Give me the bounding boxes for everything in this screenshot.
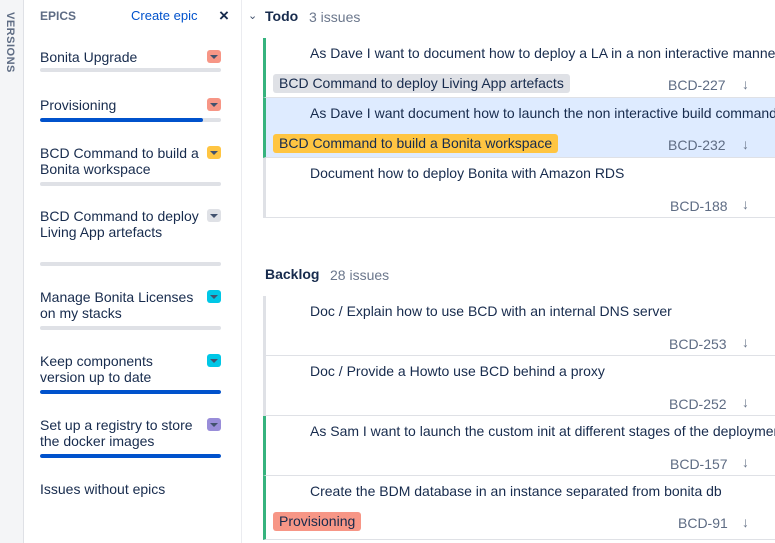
epic-item[interactable]: BCD Command to deploy Living App artefac… (40, 208, 221, 266)
epic-dropdown-icon[interactable] (207, 354, 221, 367)
issue-key: BCD-157 (670, 456, 728, 472)
epic-progress-bar (40, 182, 221, 186)
issue-card[interactable]: Doc / Explain how to use BCD with an int… (263, 296, 775, 356)
versions-panel-toggle[interactable]: VERSIONS (0, 0, 24, 543)
issue-card[interactable]: Document how to deploy Bonita with Amazo… (263, 158, 775, 218)
epic-item[interactable]: Set up a registry to store the docker im… (40, 417, 221, 458)
todo-section-header[interactable]: ⌄ Todo 3 issues (242, 8, 775, 28)
issue-key: BCD-227 (668, 77, 726, 93)
issue-count: 3 issues (309, 9, 361, 25)
arrow-down-icon[interactable]: ↓ (742, 334, 749, 350)
epic-dropdown-icon[interactable] (207, 290, 221, 303)
issue-card[interactable]: Doc / Provide a Howto use BCD behind a p… (263, 356, 775, 416)
issue-card[interactable]: As Dave I want to document how to deploy… (263, 38, 775, 98)
story-icon (287, 107, 301, 121)
epic-dropdown-icon[interactable] (207, 146, 221, 159)
epic-progress-bar (40, 262, 221, 266)
versions-label: VERSIONS (4, 12, 16, 73)
epic-label: BCD Command to build a Bonita workspace (273, 134, 559, 153)
story-icon (287, 425, 301, 439)
epic-name: Manage Bonita Licenses on my stacks (40, 289, 194, 321)
epic-item[interactable]: BCD Command to build a Bonita workspace (40, 145, 221, 186)
epic-dropdown-icon[interactable] (207, 418, 221, 431)
epic-progress-bar (40, 68, 221, 72)
epics-header: EPICS Create epic × (40, 6, 234, 26)
epic-progress-fill (40, 390, 221, 394)
epics-panel: EPICS Create epic × Bonita Upgrade Provi… (24, 0, 242, 543)
epic-label: Provisioning (273, 512, 362, 531)
section-title: Backlog (265, 266, 320, 282)
epic-item[interactable]: Provisioning (40, 97, 221, 122)
issue-card[interactable]: As Sam I want to launch the custom init … (263, 416, 775, 476)
epic-progress-bar (40, 118, 221, 122)
epic-progress-bar (40, 390, 221, 394)
epic-dropdown-icon[interactable] (207, 98, 221, 111)
arrow-down-icon[interactable]: ↓ (742, 76, 749, 92)
epic-name: Bonita Upgrade (40, 49, 138, 65)
issue-card[interactable]: Create the BDM database in an instance s… (263, 476, 775, 540)
epic-item[interactable]: Manage Bonita Licenses on my stacks (40, 289, 221, 330)
issue-summary: Doc / Explain how to use BCD with an int… (310, 303, 672, 319)
arrow-down-icon[interactable]: ↓ (742, 514, 749, 530)
issue-summary: Doc / Provide a Howto use BCD behind a p… (310, 363, 605, 379)
story-icon (287, 47, 301, 61)
issue-key: BCD-91 (678, 515, 728, 531)
issue-count: 28 issues (330, 267, 390, 283)
epic-item[interactable]: Keep components version up to date (40, 353, 221, 394)
epic-name: Set up a registry to store the docker im… (40, 417, 193, 449)
epic-progress-bar (40, 326, 221, 330)
epic-dropdown-icon[interactable] (207, 209, 221, 222)
issue-key: BCD-253 (669, 336, 727, 352)
arrow-down-icon[interactable]: ↓ (742, 136, 749, 152)
issue-card[interactable]: As Dave I want document how to launch th… (263, 98, 775, 158)
epic-name: Keep components version up to date (40, 353, 153, 385)
create-epic-link[interactable]: Create epic (131, 8, 197, 23)
issue-key: BCD-252 (669, 396, 727, 412)
task-icon (287, 167, 301, 181)
epic-progress-fill (40, 118, 203, 122)
epic-item[interactable]: Bonita Upgrade (40, 49, 221, 72)
issue-summary: As Sam I want to launch the custom init … (310, 423, 775, 439)
epic-progress-bar (40, 454, 221, 458)
issue-summary: Document how to deploy Bonita with Amazo… (310, 165, 625, 181)
issue-summary: As Dave I want document how to launch th… (310, 105, 775, 121)
section-title: Todo (265, 8, 299, 24)
arrow-down-icon[interactable]: ↓ (742, 454, 749, 470)
arrow-down-icon[interactable]: ↓ (742, 196, 749, 212)
epic-name: Provisioning (40, 97, 117, 113)
backlog-section-header[interactable]: Backlog 28 issues (242, 266, 775, 286)
task-icon (287, 365, 301, 379)
issue-key: BCD-232 (668, 137, 726, 153)
epic-progress-fill (40, 454, 221, 458)
improvement-icon (287, 485, 301, 499)
backlog-view: VERSIONS EPICS Create epic × Bonita Upgr… (0, 0, 775, 543)
chevron-down-icon[interactable]: ⌄ (248, 9, 257, 22)
arrow-down-icon[interactable]: ↓ (742, 394, 749, 410)
issues-without-epics-link[interactable]: Issues without epics (40, 481, 165, 497)
issue-summary: As Dave I want to document how to deploy… (310, 45, 775, 61)
backlog-main: ⌄ Todo 3 issues As Dave I want to docume… (242, 0, 775, 543)
epic-name: BCD Command to deploy Living App artefac… (40, 208, 199, 240)
epic-label: BCD Command to deploy Living App artefac… (273, 74, 570, 93)
task-icon (287, 305, 301, 319)
epic-name: BCD Command to build a Bonita workspace (40, 145, 199, 177)
issue-key: BCD-188 (670, 198, 728, 214)
close-icon[interactable]: × (216, 6, 232, 26)
epics-title: EPICS (40, 9, 77, 23)
issue-summary: Create the BDM database in an instance s… (310, 483, 722, 499)
epic-dropdown-icon[interactable] (207, 50, 221, 63)
